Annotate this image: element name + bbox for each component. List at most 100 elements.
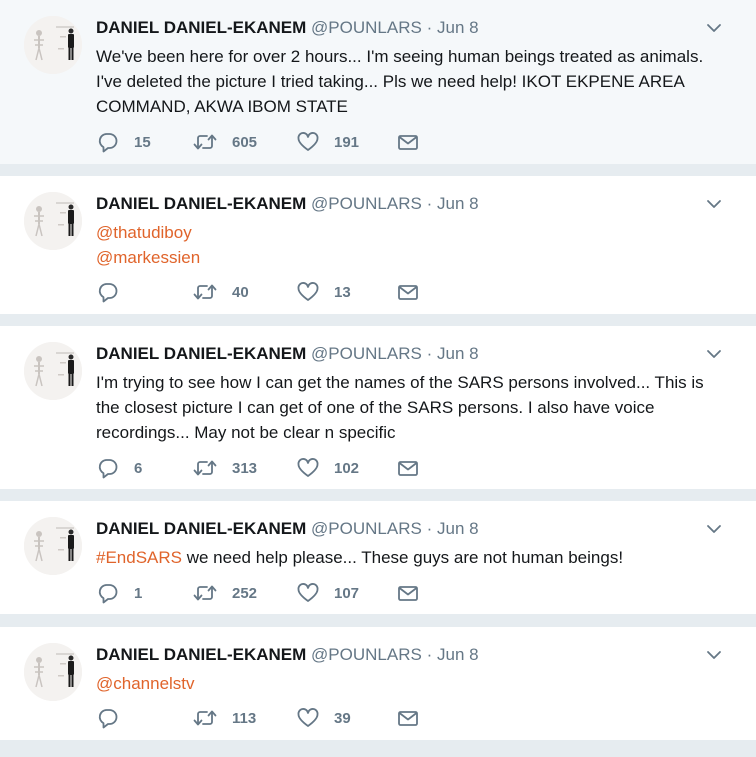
tweet-actions: 40 13	[96, 281, 420, 303]
author-handle[interactable]: @POUNLARS	[311, 18, 422, 37]
tweet[interactable]: DANIEL DANIEL-EKANEM @POUNLARS · Jun 8 #…	[0, 501, 756, 614]
tweet-actions: 15 605 191	[96, 131, 420, 153]
direct-message-button[interactable]	[396, 707, 420, 729]
tweet-header: DANIEL DANIEL-EKANEM @POUNLARS · Jun 8	[96, 344, 479, 364]
separator-dot: ·	[426, 18, 433, 37]
direct-message-button[interactable]	[396, 281, 420, 303]
hashtag-link[interactable]: #EndSARS	[96, 548, 182, 567]
author-name[interactable]: DANIEL DANIEL-EKANEM	[96, 645, 306, 664]
tweet-actions: 1 252 107	[96, 582, 420, 604]
tweet-timestamp[interactable]: Jun 8	[437, 18, 479, 37]
tweet-text: @thatudiboy @markessien	[96, 220, 736, 270]
avatar-image	[24, 16, 82, 74]
heart-icon	[296, 457, 320, 479]
mention-link[interactable]: @channelstv	[96, 671, 736, 696]
separator-dot: ·	[426, 344, 433, 363]
tweet[interactable]: DANIEL DANIEL-EKANEM @POUNLARS · Jun 8 I…	[0, 326, 756, 489]
like-count: 191	[334, 133, 360, 151]
like-count: 13	[334, 283, 351, 301]
avatar-image	[24, 517, 82, 575]
reply-button[interactable]	[96, 281, 192, 303]
like-button[interactable]: 102	[296, 457, 396, 479]
author-handle[interactable]: @POUNLARS	[311, 344, 422, 363]
author-name[interactable]: DANIEL DANIEL-EKANEM	[96, 194, 306, 213]
reply-icon	[96, 131, 120, 153]
chevron-down-icon[interactable]	[706, 647, 722, 663]
reply-button[interactable]: 1	[96, 582, 192, 604]
heart-icon	[296, 281, 320, 303]
direct-message-button[interactable]	[396, 457, 420, 479]
retweet-button[interactable]: 605	[192, 131, 296, 153]
reply-count: 1	[134, 584, 143, 602]
tweet-text: I'm trying to see how I can get the name…	[96, 370, 736, 445]
like-button[interactable]: 39	[296, 707, 396, 729]
author-handle[interactable]: @POUNLARS	[311, 519, 422, 538]
tweet-header: DANIEL DANIEL-EKANEM @POUNLARS · Jun 8	[96, 519, 479, 539]
envelope-icon	[396, 131, 420, 153]
chevron-down-icon[interactable]	[706, 20, 722, 36]
tweet[interactable]: DANIEL DANIEL-EKANEM @POUNLARS · Jun 8 @…	[0, 176, 756, 314]
chevron-down-icon[interactable]	[706, 346, 722, 362]
tweet-timestamp[interactable]: Jun 8	[437, 645, 479, 664]
tweet-actions: 6 313 102	[96, 457, 420, 479]
direct-message-button[interactable]	[396, 582, 420, 604]
retweet-count: 605	[232, 133, 258, 151]
retweet-button[interactable]: 252	[192, 582, 296, 604]
like-count: 39	[334, 709, 351, 727]
tweet-timestamp[interactable]: Jun 8	[437, 344, 479, 363]
like-button[interactable]: 191	[296, 131, 396, 153]
avatar-image	[24, 643, 82, 701]
avatar[interactable]	[24, 342, 82, 400]
tweet-timestamp[interactable]: Jun 8	[437, 194, 479, 213]
separator-dot: ·	[426, 645, 433, 664]
avatar[interactable]	[24, 517, 82, 575]
reply-icon	[96, 457, 120, 479]
retweet-icon	[192, 457, 218, 479]
avatar[interactable]	[24, 16, 82, 74]
tweet-text-line: the closest picture I can get of one of …	[96, 398, 655, 417]
tweet-timestamp[interactable]: Jun 8	[437, 519, 479, 538]
like-button[interactable]: 107	[296, 582, 396, 604]
reply-button[interactable]: 15	[96, 131, 192, 153]
reply-count: 15	[134, 133, 151, 151]
envelope-icon	[396, 281, 420, 303]
tweet-text-line: I've deleted the picture I tried taking.…	[96, 72, 685, 91]
author-handle[interactable]: @POUNLARS	[311, 194, 422, 213]
author-handle[interactable]: @POUNLARS	[311, 645, 422, 664]
mention-link[interactable]: @markessien	[96, 245, 736, 270]
direct-message-button[interactable]	[396, 131, 420, 153]
mention-link[interactable]: @thatudiboy	[96, 220, 736, 245]
like-button[interactable]: 13	[296, 281, 396, 303]
retweet-button[interactable]: 113	[192, 707, 296, 729]
avatar[interactable]	[24, 192, 82, 250]
like-count: 102	[334, 459, 360, 477]
envelope-icon	[396, 582, 420, 604]
tweet-header: DANIEL DANIEL-EKANEM @POUNLARS · Jun 8	[96, 18, 479, 38]
reply-count: 6	[134, 459, 143, 477]
author-name[interactable]: DANIEL DANIEL-EKANEM	[96, 519, 306, 538]
avatar[interactable]	[24, 643, 82, 701]
author-name[interactable]: DANIEL DANIEL-EKANEM	[96, 18, 306, 37]
tweet[interactable]: DANIEL DANIEL-EKANEM @POUNLARS · Jun 8 W…	[0, 0, 756, 164]
heart-icon	[296, 582, 320, 604]
like-count: 107	[334, 584, 360, 602]
reply-button[interactable]: 6	[96, 457, 192, 479]
reply-button[interactable]	[96, 707, 192, 729]
envelope-icon	[396, 707, 420, 729]
retweet-button[interactable]: 313	[192, 457, 296, 479]
heart-icon	[296, 707, 320, 729]
tweet-text: @channelstv	[96, 671, 736, 696]
chevron-down-icon[interactable]	[706, 196, 722, 212]
reply-icon	[96, 707, 120, 729]
retweet-count: 40	[232, 283, 249, 301]
tweet-text: #EndSARS we need help please... These gu…	[96, 545, 736, 570]
chevron-down-icon[interactable]	[706, 521, 722, 537]
tweet-text-line: recordings... May not be clear n specifi…	[96, 423, 396, 442]
tweet-text-body: we need help please... These guys are no…	[182, 548, 624, 567]
tweet[interactable]: DANIEL DANIEL-EKANEM @POUNLARS · Jun 8 @…	[0, 627, 756, 740]
separator-dot: ·	[426, 519, 433, 538]
author-name[interactable]: DANIEL DANIEL-EKANEM	[96, 344, 306, 363]
heart-icon	[296, 131, 320, 153]
retweet-button[interactable]: 40	[192, 281, 296, 303]
separator-dot: ·	[426, 194, 433, 213]
